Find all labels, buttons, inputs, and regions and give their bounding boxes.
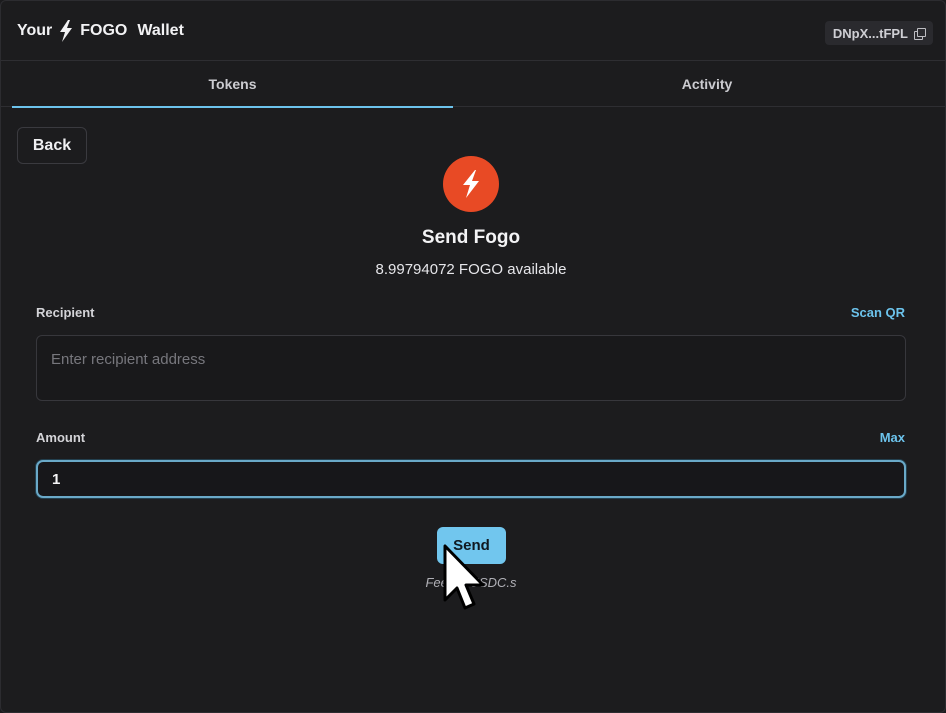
amount-label: Amount: [36, 430, 86, 445]
fogo-logo-icon: [443, 156, 499, 212]
wallet-address: DNpX...tFPL: [832, 25, 908, 41]
tab-bar: Tokens Activity: [1, 61, 945, 108]
amount-field[interactable]: [36, 460, 906, 498]
back-button[interactable]: Back: [17, 127, 87, 164]
scan-qr-link[interactable]: Scan QR: [851, 305, 905, 320]
brand-suffix: Wallet: [137, 22, 184, 39]
tab-activity[interactable]: Activity: [471, 61, 943, 107]
recipient-input[interactable]: [37, 336, 905, 400]
wallet-window: Your FOGO Wallet DNpX...tFPL Tokens Acti…: [0, 0, 946, 713]
amount-input[interactable]: [38, 462, 904, 496]
brand-prefix: Your: [17, 22, 53, 39]
header: Your FOGO Wallet DNpX...tFPL: [1, 1, 945, 61]
tab-tokens[interactable]: Tokens: [12, 61, 453, 108]
brand-name: FOGO: [80, 22, 128, 39]
max-link[interactable]: Max: [880, 430, 905, 445]
available-balance: 8.99794072 FOGO available: [375, 261, 567, 278]
recipient-field[interactable]: [36, 335, 906, 401]
page-title: Send Fogo: [421, 227, 521, 248]
recipient-label: Recipient: [36, 305, 95, 320]
bolt-icon: [58, 20, 74, 42]
copy-icon[interactable]: [914, 27, 926, 40]
brand: Your FOGO Wallet: [17, 20, 184, 42]
wallet-address-chip[interactable]: DNpX...tFPL: [824, 21, 933, 45]
mouse-cursor-icon: [443, 544, 485, 610]
